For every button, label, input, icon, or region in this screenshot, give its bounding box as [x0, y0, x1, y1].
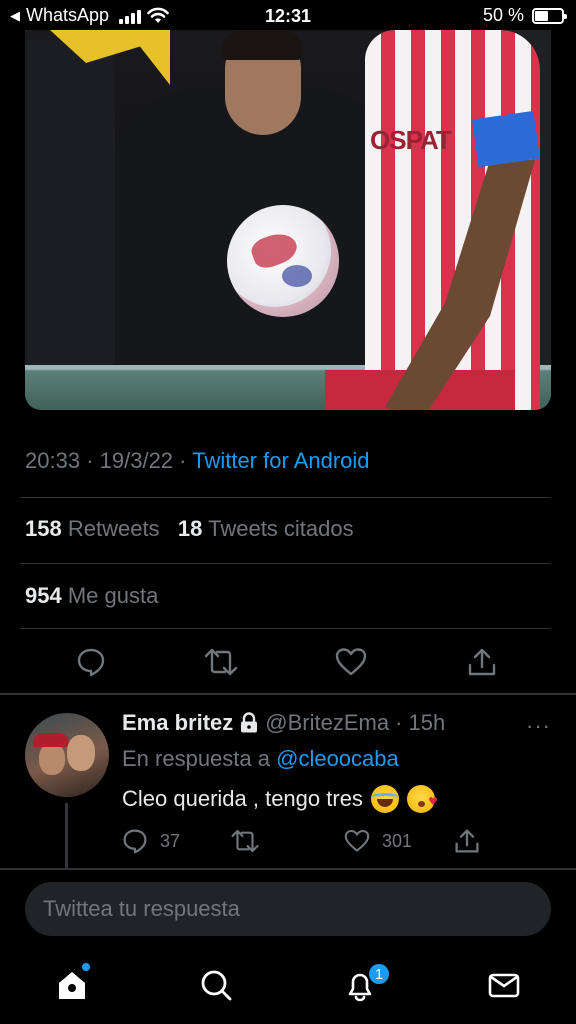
reply-share-button[interactable]: [454, 826, 480, 856]
divider: [20, 563, 551, 564]
retweets-link[interactable]: 158 Retweets: [25, 516, 160, 541]
tweet-source-link[interactable]: Twitter for Android: [192, 448, 369, 473]
reply-text: Cleo querida , tengo tres: [122, 786, 363, 811]
media-football: [227, 205, 339, 317]
share-button[interactable]: [464, 640, 500, 684]
nav-home[interactable]: [52, 963, 92, 1005]
tweet-timestamp-line: 20:33 · 19/3/22 · Twitter for Android: [25, 448, 370, 474]
reply-button[interactable]: [73, 640, 109, 684]
reply-icon: [77, 648, 105, 677]
likes-label: Me gusta: [67, 583, 159, 608]
reply-author-handle[interactable]: @BritezEma: [265, 710, 389, 736]
likes-stats[interactable]: 954 Me gusta: [25, 583, 158, 609]
tweet-date: 19/3/22: [99, 448, 174, 473]
divider: [20, 628, 551, 629]
share-icon: [468, 648, 496, 676]
meta-separator: ·: [179, 448, 187, 473]
compose-separator: [0, 868, 576, 870]
status-right: 50 %: [482, 5, 567, 26]
retweet-button[interactable]: [203, 640, 239, 684]
thread-line: [65, 803, 68, 869]
tweet-time: 20:33: [25, 448, 81, 473]
reply-age: · 15h: [395, 710, 446, 735]
more-options-icon[interactable]: ···: [526, 713, 551, 739]
home-new-content-dot: [82, 963, 90, 971]
like-icon: [335, 648, 367, 676]
compose-placeholder: Twittea tu respuesta: [43, 896, 240, 921]
avatar-face: [67, 735, 95, 771]
avatar-cap: [33, 733, 69, 747]
reply-like-button[interactable]: 301: [344, 826, 412, 856]
like-button[interactable]: [333, 640, 369, 684]
messages-icon: [488, 973, 520, 998]
battery-level-fill: [535, 10, 548, 21]
reply-to-mention[interactable]: @cleoocaba: [276, 746, 399, 771]
reply-like-count: 301: [382, 830, 413, 851]
reply-icon: [123, 829, 147, 854]
nav-search[interactable]: [196, 965, 236, 1005]
reply-compose-input[interactable]: Twittea tu respuesta: [25, 882, 551, 936]
section-separator: [0, 693, 576, 695]
home-icon: [59, 972, 85, 999]
battery-icon: [532, 7, 567, 24]
kiss-emoji-icon: [406, 785, 438, 813]
reply-body: Cleo querida , tengo tres: [122, 785, 438, 813]
quotes-label: Tweets citados: [208, 516, 354, 541]
lock-icon: [241, 712, 258, 733]
nav-messages[interactable]: [484, 965, 524, 1005]
media-jersey-sponsor: OSPAT: [370, 125, 452, 155]
tweet-media-image[interactable]: OSPAT: [25, 30, 551, 410]
reply-context: En respuesta a @cleoocaba: [122, 746, 399, 772]
battery-percentage: 50 %: [482, 5, 524, 25]
media-fan-left: [25, 40, 115, 365]
reply-to-prefix: En respuesta a: [122, 746, 270, 771]
bottom-navigation: [0, 955, 576, 1024]
reply-action-bar: 37 301: [122, 826, 502, 856]
retweet-stats: 158 Retweets 18 Tweets citados: [25, 516, 354, 542]
status-bar: ◀ WhatsApp 12:31 50 %: [0, 0, 576, 32]
likes-count: 954: [25, 583, 62, 608]
retweet-icon: [231, 829, 259, 853]
divider: [20, 497, 551, 498]
share-icon: [455, 829, 479, 853]
reply-author-name[interactable]: Ema britez: [122, 710, 233, 736]
laughing-emoji-icon: [370, 785, 399, 813]
meta-separator: ·: [86, 448, 94, 473]
avatar-face: [39, 743, 65, 775]
search-icon: [201, 970, 232, 1001]
retweet-icon: [204, 648, 238, 676]
quotes-count: 18: [177, 516, 203, 541]
avatar[interactable]: [25, 713, 109, 797]
like-icon: [344, 829, 370, 852]
reply-reply-count: 37: [160, 830, 181, 851]
reply-reply-button[interactable]: 37: [122, 826, 180, 856]
notifications-badge: 1: [367, 962, 391, 986]
tweet-action-bar: [0, 640, 576, 684]
retweets-count: 158: [25, 516, 62, 541]
retweets-label: Retweets: [67, 516, 160, 541]
reply-retweet-button[interactable]: [230, 826, 272, 856]
reply-header: Ema britez @BritezEma · 15h: [122, 710, 445, 736]
media-captain-armband: [471, 110, 541, 168]
quotes-link[interactable]: 18 Tweets citados: [178, 516, 354, 541]
media-fan-hair: [221, 30, 303, 60]
